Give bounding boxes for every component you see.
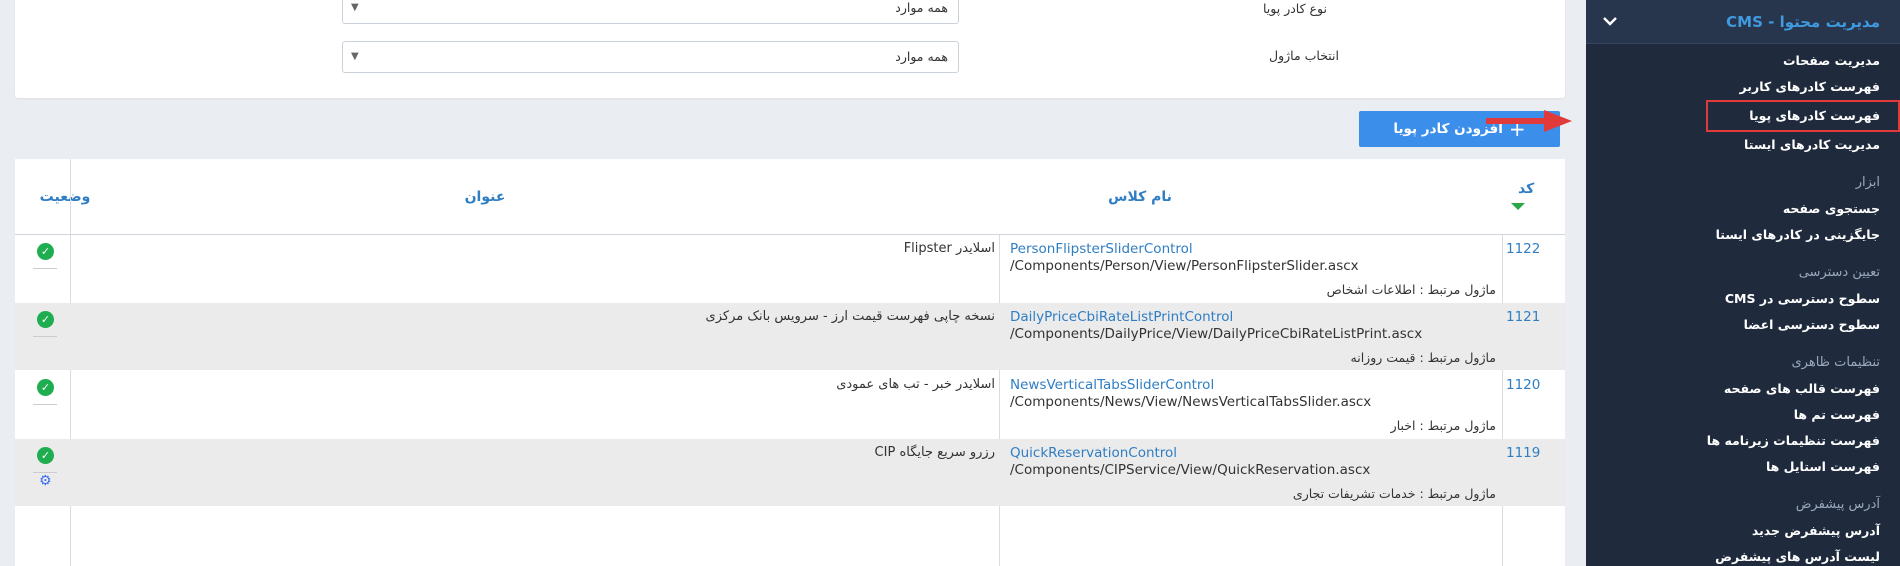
table-row[interactable]: 1122 PersonFlipsterSliderControl/Componen… bbox=[15, 235, 1565, 302]
table-row[interactable]: 1119 QuickReservationControl/Components/C… bbox=[15, 439, 1565, 506]
row-title: اسلایدر خبر - تب های عمودی bbox=[836, 377, 995, 392]
column-header-class-name-label: نام کلاس bbox=[1108, 189, 1172, 205]
status-underline bbox=[33, 404, 57, 405]
sidebar-item-1-label: فهرست کادرهای کاربر bbox=[1739, 79, 1880, 94]
column-header-status-label: وضعیت bbox=[39, 189, 91, 205]
row-title: رزرو سریع جایگاه CIP bbox=[874, 445, 995, 460]
sidebar-item-13-label: فهرست تنظیمات زیرنامه ها bbox=[1706, 433, 1880, 448]
check-circle-icon[interactable]: ✓ bbox=[37, 447, 54, 464]
row-title: اسلایدر Flipster bbox=[903, 241, 995, 256]
row-class-name-link[interactable]: QuickReservationControl bbox=[1010, 445, 1177, 461]
sidebar-item-0-label: مدیریت صفحات bbox=[1782, 53, 1880, 68]
sidebar-item-3-label: مدیریت کادرهای ایستا bbox=[1744, 137, 1880, 152]
sidebar-item-6[interactable]: جایگزینی در کادرهای ایستا bbox=[1586, 222, 1900, 248]
sidebar-group-15: آدرس پیشفرض bbox=[1586, 492, 1900, 518]
row-related-module: ماژول مرتبط : قیمت روزانه bbox=[1350, 350, 1496, 365]
row-control-path: /Components/Person/View/PersonFlipsterSl… bbox=[1010, 258, 1359, 274]
module-select[interactable]: همه موارد ▼ bbox=[342, 41, 959, 73]
sidebar-item-11[interactable]: فهرست قالب های صفحه bbox=[1586, 376, 1900, 402]
dynamic-box-type-select[interactable]: همه موارد ▼ bbox=[342, 0, 959, 24]
sidebar-item-11-label: فهرست قالب های صفحه bbox=[1723, 381, 1880, 396]
module-select-label: انتخاب ماژول bbox=[1269, 48, 1340, 63]
active-item-highlight bbox=[1706, 100, 1900, 132]
sidebar-item-9[interactable]: سطوح دسترسی اعضا bbox=[1586, 312, 1900, 338]
sidebar-item-9-label: سطوح دسترسی اعضا bbox=[1743, 317, 1880, 332]
row-code-link[interactable]: 1121 bbox=[1506, 309, 1540, 325]
sidebar-item-2[interactable]: فهرست کادرهای پویا bbox=[1586, 100, 1900, 132]
chevron-down-icon[interactable] bbox=[1600, 14, 1620, 30]
sidebar-item-14[interactable]: فهرست استایل ها bbox=[1586, 454, 1900, 480]
row-code-link[interactable]: 1122 bbox=[1506, 241, 1540, 257]
sidebar-item-3[interactable]: مدیریت کادرهای ایستا bbox=[1586, 132, 1900, 158]
sidebar-group-10: تنظیمات ظاهری bbox=[1586, 350, 1900, 376]
sidebar-group-7: تعیین دسترسی bbox=[1586, 260, 1900, 286]
dynamic-boxes-table: کد نام کلاس عنوان وضعیت 1122 PersonFlipst… bbox=[15, 159, 1565, 566]
sidebar: مدیریت محتوا - CMS مدیریت صفحات فهرست کاد… bbox=[1586, 0, 1900, 566]
sidebar-group-4-label: ابزار bbox=[1855, 175, 1880, 190]
column-header-title: عنوان bbox=[425, 159, 545, 235]
sidebar-item-17-label: لیست آدرس های پیشفرض bbox=[1715, 549, 1880, 564]
sidebar-item-5[interactable]: جستجوی صفحه bbox=[1586, 196, 1900, 222]
sidebar-item-8-label: سطوح دسترسی در CMS bbox=[1724, 291, 1880, 306]
row-control-path: /Components/DailyPrice/View/DailyPriceCb… bbox=[1010, 326, 1423, 342]
row-code-link[interactable]: 1120 bbox=[1506, 377, 1540, 393]
sidebar-item-14-label: فهرست استایل ها bbox=[1765, 459, 1880, 474]
check-circle-icon[interactable]: ✓ bbox=[37, 379, 54, 396]
sidebar-item-0[interactable]: مدیریت صفحات bbox=[1586, 48, 1900, 74]
gear-icon[interactable]: ⚙ bbox=[39, 473, 52, 489]
check-circle-icon[interactable]: ✓ bbox=[37, 243, 54, 260]
sidebar-group-15-label: آدرس پیشفرض bbox=[1795, 497, 1880, 512]
sidebar-item-5-label: جستجوی صفحه bbox=[1782, 201, 1880, 216]
table-row[interactable]: 1120 NewsVerticalTabsSliderControl/Compon… bbox=[15, 371, 1565, 438]
sidebar-group-10-label: تنظیمات ظاهری bbox=[1791, 355, 1881, 370]
caret-down-icon: ▼ bbox=[351, 51, 359, 62]
row-class-name-link[interactable]: DailyPriceCbiRateListPrintControl bbox=[1010, 309, 1233, 325]
sidebar-item-16[interactable]: آدرس پیشفرض جدید bbox=[1586, 518, 1900, 544]
sidebar-item-12[interactable]: فهرست تم ها bbox=[1586, 402, 1900, 428]
sidebar-item-17[interactable]: لیست آدرس های پیشفرض bbox=[1586, 544, 1900, 566]
row-related-module: ماژول مرتبط : خدمات تشریفات تجاری bbox=[1292, 486, 1496, 501]
column-header-class-name: نام کلاس bbox=[1010, 159, 1270, 235]
caret-down-icon: ▼ bbox=[351, 2, 359, 13]
row-title: نسخه چاپی فهرست قیمت ارز - سرویس بانک مر… bbox=[705, 309, 995, 324]
column-header-status: وضعیت bbox=[25, 159, 105, 235]
sidebar-section-header[interactable]: مدیریت محتوا - CMS bbox=[1586, 0, 1900, 44]
sidebar-group-7-label: تعیین دسترسی bbox=[1798, 265, 1880, 280]
column-header-title-label: عنوان bbox=[464, 189, 506, 205]
column-header-code-label: کد bbox=[1518, 181, 1535, 197]
dynamic-box-type-label: نوع کادر پویا bbox=[1263, 1, 1327, 16]
sidebar-item-13[interactable]: فهرست تنظیمات زیرنامه ها bbox=[1586, 428, 1900, 454]
row-control-path: /Components/News/View/NewsVerticalTabsSl… bbox=[1010, 394, 1372, 410]
module-select-value: همه موارد bbox=[895, 49, 948, 64]
status-underline bbox=[33, 336, 57, 337]
row-code-link[interactable]: 1119 bbox=[1506, 445, 1540, 461]
row-control-path: /Components/CIPService/View/QuickReserva… bbox=[1010, 462, 1371, 478]
table-row[interactable]: 1121 DailyPriceCbiRateListPrintControl/Co… bbox=[15, 303, 1565, 370]
sidebar-item-8[interactable]: سطوح دسترسی در CMS bbox=[1586, 286, 1900, 312]
sidebar-group-4: ابزار bbox=[1586, 170, 1900, 196]
row-related-module: ماژول مرتبط : اطلاعات اشخاص bbox=[1326, 282, 1496, 297]
row-related-module: ماژول مرتبط : اخبار bbox=[1390, 418, 1496, 433]
sidebar-menu: مدیریت صفحات فهرست کادرهای کاربر فهرست کاد… bbox=[1586, 44, 1900, 566]
check-circle-icon[interactable]: ✓ bbox=[37, 311, 54, 328]
status-underline bbox=[33, 268, 57, 269]
sidebar-item-12-label: فهرست تم ها bbox=[1793, 407, 1880, 422]
column-header-code[interactable]: کد bbox=[1500, 159, 1565, 235]
sidebar-item-6-label: جایگزینی در کادرهای ایستا bbox=[1715, 227, 1880, 242]
sidebar-item-16-label: آدرس پیشفرض جدید bbox=[1751, 523, 1880, 538]
sort-descending-icon[interactable] bbox=[1511, 203, 1525, 210]
row-class-name-link[interactable]: PersonFlipsterSliderControl bbox=[1010, 241, 1193, 257]
dynamic-box-type-value: همه موارد bbox=[895, 0, 948, 15]
row-class-name-link[interactable]: NewsVerticalTabsSliderControl bbox=[1010, 377, 1214, 393]
filter-panel: نوع کادر پویا همه موارد ▼ انتخاب ماژول ه… bbox=[15, 0, 1565, 98]
pointer-arrow-icon bbox=[1486, 110, 1572, 132]
sidebar-item-1[interactable]: فهرست کادرهای کاربر bbox=[1586, 74, 1900, 100]
sidebar-section-title: مدیریت محتوا - CMS bbox=[1726, 12, 1880, 31]
